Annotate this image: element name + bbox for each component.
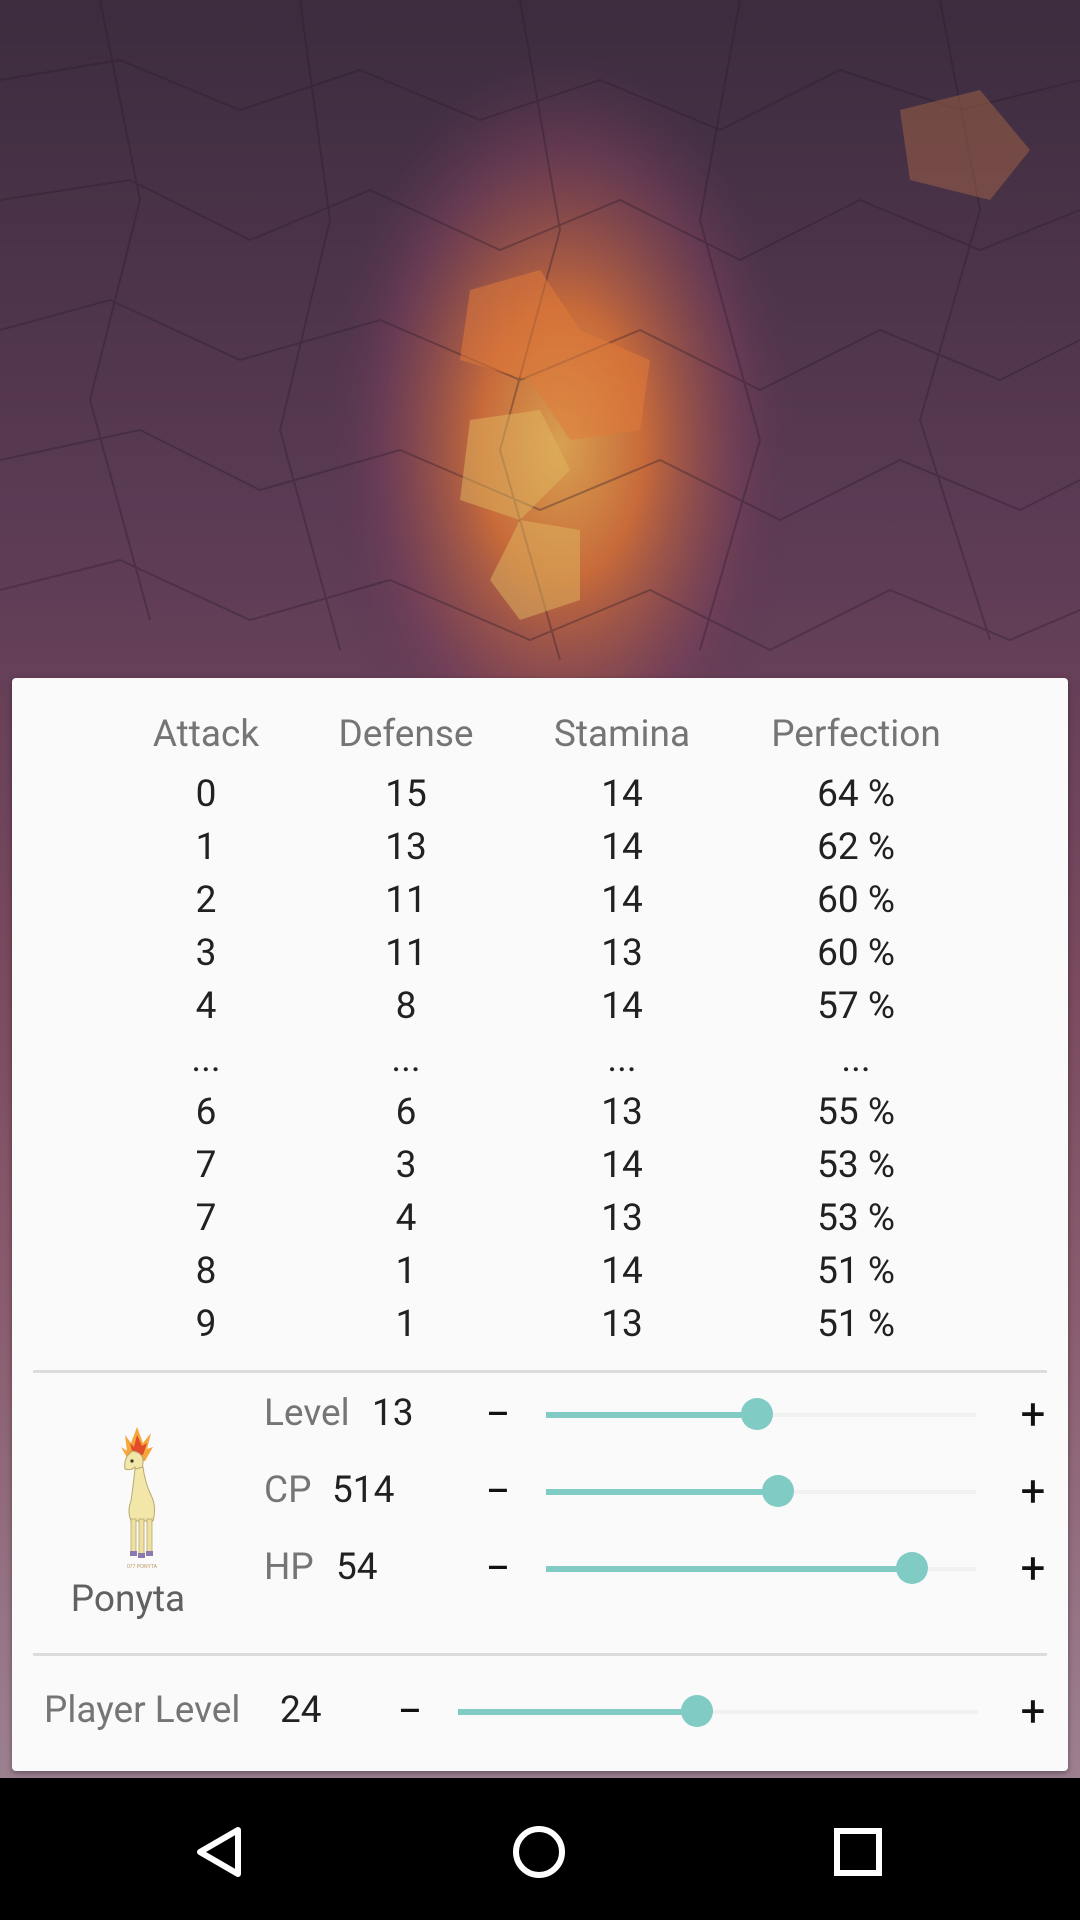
perfection-cell: 64 % (817, 773, 895, 816)
slider-fill (458, 1709, 697, 1715)
cp-value: 514 (332, 1469, 395, 1512)
level-increment-button[interactable]: + (1005, 1384, 1061, 1444)
slider-thumb[interactable] (896, 1552, 928, 1584)
player-level-increment-button[interactable]: + (1005, 1681, 1061, 1741)
slider-fill (546, 1489, 778, 1495)
perfection-cell: ... (841, 1038, 871, 1081)
perfection-cell: 53 % (817, 1197, 895, 1240)
perfection-cell: 60 % (817, 879, 895, 922)
attack-cell: 1 (195, 826, 217, 869)
perfection-cell: 55 % (817, 1091, 895, 1134)
player-level-value: 24 (280, 1689, 322, 1732)
perfection-cell: 57 % (817, 985, 895, 1028)
player-level-label: Player Level (44, 1689, 241, 1732)
stamina-cell: 14 (601, 1250, 643, 1293)
attack-cell: 4 (195, 985, 217, 1028)
slider-thumb[interactable] (741, 1398, 773, 1430)
cp-decrement-button[interactable]: − (470, 1461, 526, 1521)
stamina-cell: 13 (601, 1197, 643, 1240)
table-row-ellipsis: ... ... ... ... (12, 1033, 1068, 1086)
stamina-cell: 14 (601, 985, 643, 1028)
attack-cell: 3 (195, 932, 217, 975)
navigation-bar (0, 1778, 1080, 1920)
stamina-cell: 14 (601, 826, 643, 869)
table-row: 7 4 13 53 % (12, 1192, 1068, 1245)
table-row: 0 15 14 64 % (12, 768, 1068, 821)
hp-label: HP (264, 1546, 314, 1589)
header-perfection: Perfection (771, 713, 941, 756)
stamina-cell: 13 (601, 1091, 643, 1134)
hp-slider[interactable] (546, 1538, 976, 1598)
table-row: 8 1 14 51 % (12, 1245, 1068, 1298)
defense-cell: 1 (395, 1303, 417, 1346)
level-slider[interactable] (546, 1384, 976, 1444)
table-row: 7 3 14 53 % (12, 1139, 1068, 1192)
header-defense: Defense (338, 713, 474, 756)
perfection-cell: 51 % (817, 1250, 895, 1293)
attack-cell: 7 (195, 1197, 217, 1240)
slider-fill (546, 1412, 757, 1418)
back-triangle-icon[interactable] (174, 1804, 270, 1900)
level-decrement-button[interactable]: − (470, 1384, 526, 1444)
level-row: Level 13 − + (12, 1384, 1068, 1444)
hp-row: HP 54 − + (12, 1538, 1068, 1598)
defense-cell: 1 (395, 1250, 417, 1293)
cp-label: CP (264, 1469, 312, 1512)
attack-cell: 8 (195, 1250, 217, 1293)
perfection-cell: 62 % (817, 826, 895, 869)
slider-thumb[interactable] (762, 1475, 794, 1507)
defense-cell: 8 (395, 985, 417, 1028)
stamina-cell: ... (607, 1038, 637, 1081)
cp-increment-button[interactable]: + (1005, 1461, 1061, 1521)
defense-cell: 3 (395, 1144, 417, 1187)
cp-row: CP 514 − + (12, 1461, 1068, 1521)
iv-results-card: Attack Defense Stamina Perfection 0 15 1… (12, 678, 1068, 1771)
cp-slider[interactable] (546, 1461, 976, 1521)
player-level-decrement-button[interactable]: − (382, 1681, 438, 1741)
divider (33, 1653, 1047, 1656)
header-attack: Attack (152, 713, 260, 756)
attack-cell: 9 (195, 1303, 217, 1346)
player-level-slider[interactable] (458, 1681, 978, 1741)
table-row: 6 6 13 55 % (12, 1086, 1068, 1139)
stamina-cell: 14 (601, 1144, 643, 1187)
perfection-cell: 53 % (817, 1144, 895, 1187)
defense-cell: 13 (385, 826, 427, 869)
slider-fill (546, 1566, 912, 1572)
table-row: 1 13 14 62 % (12, 821, 1068, 874)
recents-square-icon[interactable] (810, 1804, 906, 1900)
attack-cell: 0 (195, 773, 217, 816)
attack-cell: 2 (195, 879, 217, 922)
table-row: 3 11 13 60 % (12, 927, 1068, 980)
defense-cell: 11 (385, 932, 427, 975)
divider (33, 1370, 1047, 1373)
hp-increment-button[interactable]: + (1005, 1538, 1061, 1598)
attack-cell: ... (191, 1038, 221, 1081)
table-row: 9 1 13 51 % (12, 1298, 1068, 1351)
slider-thumb[interactable] (681, 1695, 713, 1727)
perfection-cell: 60 % (817, 932, 895, 975)
attack-cell: 6 (195, 1091, 217, 1134)
header-stamina: Stamina (553, 713, 691, 756)
hp-value: 54 (336, 1546, 378, 1589)
table-header: Attack Defense Stamina Perfection (12, 708, 1068, 761)
stamina-cell: 13 (601, 932, 643, 975)
defense-cell: 15 (385, 773, 427, 816)
home-circle-icon[interactable] (491, 1804, 587, 1900)
player-level-row: Player Level 24 − + (12, 1681, 1068, 1741)
table-row: 2 11 14 60 % (12, 874, 1068, 927)
table-row: 4 8 14 57 % (12, 980, 1068, 1033)
defense-cell: 11 (385, 879, 427, 922)
defense-cell: 4 (395, 1197, 417, 1240)
level-label: Level (264, 1392, 350, 1435)
stamina-cell: 13 (601, 1303, 643, 1346)
stamina-cell: 14 (601, 879, 643, 922)
attack-cell: 7 (195, 1144, 217, 1187)
hp-decrement-button[interactable]: − (470, 1538, 526, 1598)
defense-cell: 6 (395, 1091, 417, 1134)
level-value: 13 (372, 1392, 414, 1435)
defense-cell: ... (391, 1038, 421, 1081)
stamina-cell: 14 (601, 773, 643, 816)
perfection-cell: 51 % (817, 1303, 895, 1346)
